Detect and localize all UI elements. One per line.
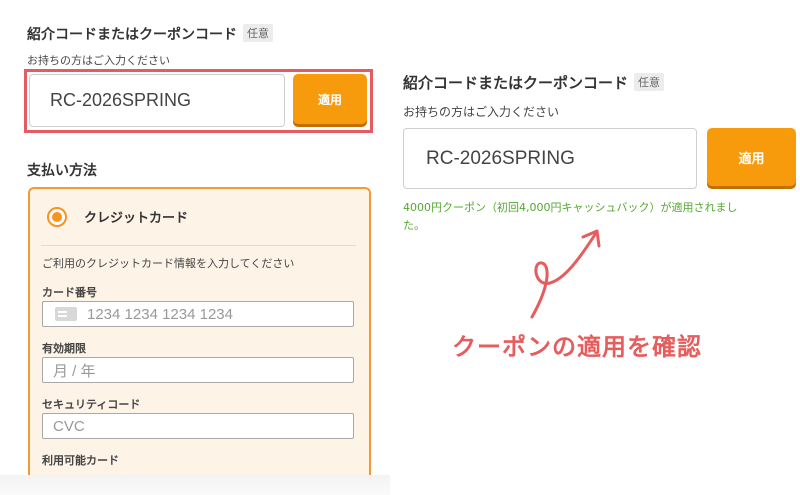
cvc-input[interactable]: CVC [42,413,354,439]
credit-card-option-label[interactable]: クレジットカード [84,207,188,226]
bottom-shadow [0,475,390,495]
coupon-hint: お持ちの方はご入力ください [27,54,170,67]
coupon-title: 紹介コードまたはクーポンコード 任意 [27,24,273,44]
coupon-title-zoomed: 紹介コードまたはクーポンコード 任意 [403,72,665,93]
annotation-text: クーポンの適用を確認 [452,333,702,361]
card-number-label: カード番号 [42,286,97,299]
apply-button-zoomed[interactable]: 適用 [707,128,796,186]
coupon-hint-zoomed: お持ちの方はご入力ください [403,105,560,119]
payment-method-title: 支払い方法 [27,163,97,179]
coupon-code-input-zoomed[interactable]: RC-2026SPRING [403,128,697,189]
card-number-input[interactable]: 1234 1234 1234 1234 [42,301,354,327]
credit-card-icon [55,307,77,321]
expiry-input[interactable]: 月 / 年 [42,357,354,383]
card-description: ご利用のクレジットカード情報を入力してください [42,257,295,270]
card-number-placeholder: 1234 1234 1234 1234 [87,305,233,323]
cvc-label: セキュリティコード [42,398,141,411]
curly-arrow-icon [530,229,601,319]
divider [41,245,356,246]
available-cards-label: 利用可能カード [42,454,119,467]
apply-button[interactable]: 適用 [293,74,367,124]
optional-badge: 任意 [243,24,273,42]
radio-selected-icon[interactable] [47,207,67,227]
coupon-code-input[interactable]: RC-2026SPRING [29,74,285,127]
expiry-label: 有効期限 [42,342,86,355]
optional-badge: 任意 [634,73,665,91]
